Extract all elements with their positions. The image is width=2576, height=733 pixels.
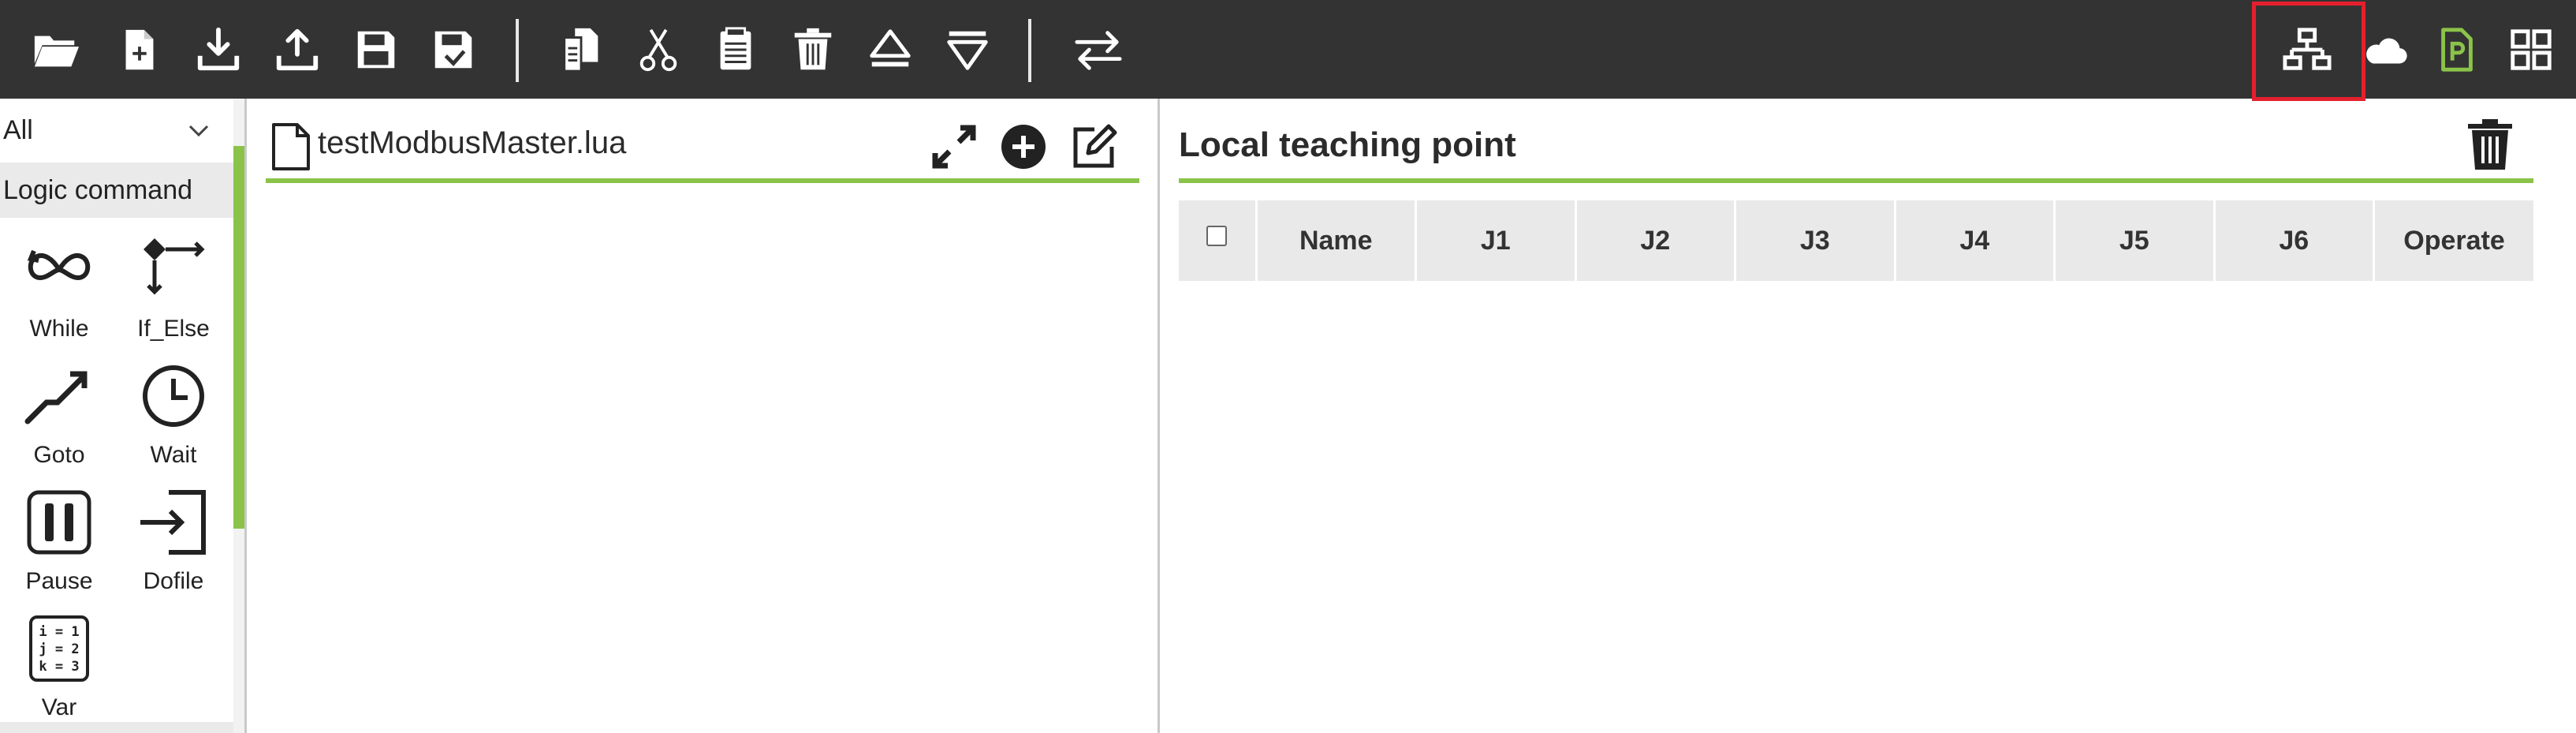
column-header-j5: J5 — [2054, 200, 2216, 281]
command-label: Wait — [150, 442, 197, 468]
variable-icon: i = 1 j = 2 k = 3 — [29, 615, 89, 682]
column-header-j3: J3 — [1735, 200, 1896, 281]
file-name: testModbusMaster.lua — [318, 125, 627, 160]
teaching-point-panel: Local teaching point Name J1 J2 J3 J4 J5 — [1160, 99, 2576, 733]
grid-apps-icon — [2511, 29, 2552, 70]
command-if-else[interactable]: If_Else — [114, 230, 233, 357]
command-scrollbar-thumb[interactable] — [233, 146, 244, 529]
paste-icon — [720, 27, 751, 70]
eject-icon — [870, 29, 911, 67]
save-as-button[interactable] — [426, 22, 481, 77]
download-button[interactable] — [191, 22, 246, 77]
swap-button[interactable] — [1071, 22, 1126, 77]
column-header-j6: J6 — [2214, 200, 2375, 281]
edit-icon — [1073, 124, 1117, 168]
command-pause[interactable]: Pause — [0, 483, 118, 609]
command-panel: All Logic command While If_Else Goto Wai… — [0, 99, 244, 733]
goto-icon — [24, 371, 88, 424]
select-all-cell — [1179, 200, 1258, 281]
swap-arrows-icon — [1075, 31, 1122, 70]
paste-button[interactable] — [708, 22, 763, 77]
if-else-icon — [144, 238, 205, 295]
plc-file-button[interactable] — [2429, 22, 2485, 77]
dofile-icon — [140, 490, 206, 555]
main-toolbar — [0, 0, 2576, 101]
cut-button[interactable] — [631, 22, 686, 77]
pause-icon — [27, 490, 91, 555]
command-wait[interactable]: Wait — [114, 357, 233, 483]
apps-grid-button[interactable] — [2503, 22, 2559, 77]
teaching-point-title: Local teaching point — [1179, 125, 1516, 164]
category-label: Logic command — [3, 174, 193, 205]
category-filter-value: All — [3, 115, 33, 145]
save-icon — [357, 31, 395, 69]
upload-button[interactable] — [270, 22, 325, 77]
column-header-j4: J4 — [1895, 200, 2056, 281]
teaching-point-table: Name J1 J2 J3 J4 J5 J6 Operate — [1179, 200, 2533, 281]
column-header-j2: J2 — [1575, 200, 1736, 281]
command-label: Var — [41, 694, 77, 720]
drop-icon — [947, 31, 988, 70]
clock-icon — [143, 365, 204, 427]
delete-button[interactable] — [785, 22, 841, 77]
edit-button[interactable] — [1065, 119, 1120, 174]
highlight-box — [2252, 2, 2365, 101]
var-line: i = 1 — [39, 624, 79, 640]
command-var[interactable]: i = 1 j = 2 k = 3 Var — [0, 609, 118, 733]
toolbar-separator — [516, 19, 519, 82]
select-all-checkbox[interactable] — [1206, 225, 1228, 246]
cloud-icon — [2366, 38, 2407, 64]
chevron-down-icon — [188, 125, 209, 137]
category-filter-select[interactable]: All — [0, 99, 233, 163]
column-header-j1: J1 — [1415, 200, 1577, 281]
category-header[interactable]: Logic command — [0, 163, 233, 218]
command-while[interactable]: While — [0, 230, 118, 357]
expand-icon — [932, 125, 976, 169]
delete-icon — [794, 28, 832, 70]
new-file-button[interactable] — [112, 22, 167, 77]
command-label: Pause — [25, 568, 93, 594]
cut-icon — [639, 28, 677, 72]
command-goto[interactable]: Goto — [0, 357, 118, 483]
file-icon — [272, 123, 310, 170]
plc-file-icon — [2441, 28, 2473, 72]
open-folder-button[interactable] — [28, 22, 84, 77]
column-header-name: Name — [1256, 200, 1417, 281]
table-header-row: Name J1 J2 J3 J4 J5 J6 Operate — [1179, 200, 2533, 281]
delete-points-button[interactable] — [2462, 116, 2518, 173]
editor-panel: testModbusMaster.lua — [247, 99, 1158, 733]
category-footer — [0, 722, 233, 733]
upload-icon — [276, 28, 319, 71]
new-file-icon — [125, 29, 154, 70]
column-header-operate: Operate — [2373, 200, 2533, 281]
command-label: Dofile — [143, 568, 204, 594]
trash-icon — [2468, 119, 2512, 170]
toolbar-separator — [1028, 19, 1031, 82]
command-dofile[interactable]: Dofile — [114, 483, 233, 609]
editor-header: testModbusMaster.lua — [266, 108, 1139, 183]
cloud-button[interactable] — [2358, 22, 2413, 77]
teaching-point-header: Local teaching point — [1179, 108, 2533, 183]
command-label: Goto — [33, 442, 85, 468]
var-line: j = 2 — [39, 641, 79, 657]
expand-button[interactable] — [926, 119, 982, 174]
save-button[interactable] — [349, 22, 404, 77]
copy-icon — [563, 28, 598, 73]
open-folder-icon — [34, 36, 80, 67]
download-icon — [197, 27, 240, 71]
while-loop-icon — [27, 249, 91, 281]
add-button[interactable] — [996, 119, 1051, 174]
move-up-button[interactable] — [863, 22, 918, 77]
move-down-button[interactable] — [940, 22, 995, 77]
var-line: k = 3 — [39, 659, 79, 675]
command-label: While — [29, 316, 89, 342]
save-as-icon — [434, 31, 472, 69]
command-label: If_Else — [137, 316, 210, 342]
copy-button[interactable] — [554, 22, 609, 77]
plus-circle-icon — [1001, 125, 1046, 169]
